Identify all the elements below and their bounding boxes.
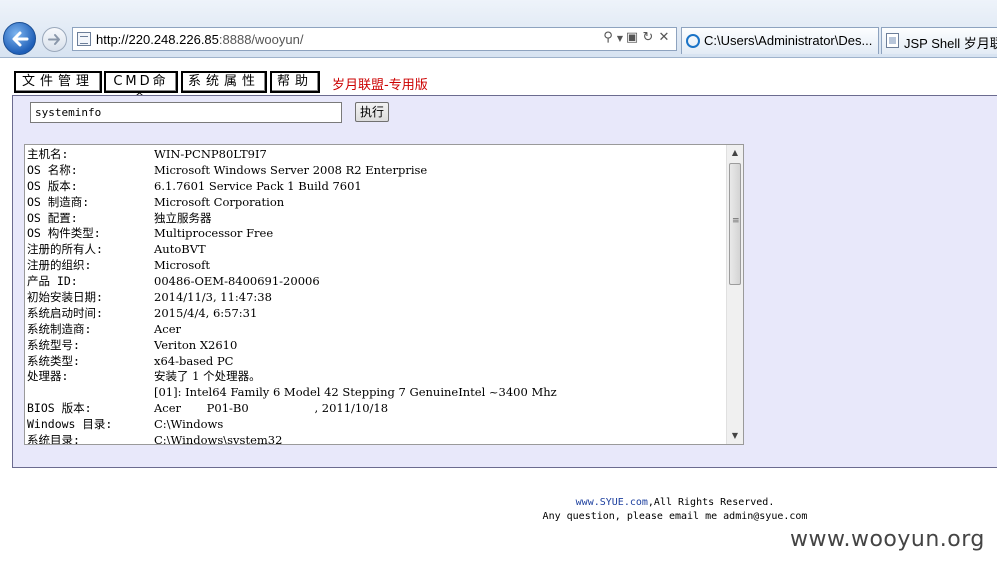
output-value: AutoBVT bbox=[154, 242, 206, 257]
tab-label: JSP Shell 岁月联 bbox=[904, 36, 997, 51]
back-button[interactable] bbox=[3, 22, 36, 55]
output-key: 产品 ID: bbox=[27, 274, 78, 289]
footer: www.SYUE.com,All Rights Reserved. Any qu… bbox=[0, 496, 997, 524]
output-key: 主机名: bbox=[27, 147, 69, 161]
output-key: 处理器: bbox=[27, 369, 69, 384]
output-line: 系统型号: Veriton X2610 bbox=[27, 338, 727, 354]
output-line: OS 制造商: Microsoft Corporation bbox=[27, 195, 727, 211]
output-line: 处理器: 安装了 1 个处理器。 bbox=[27, 369, 727, 385]
output-key: 系统目录: bbox=[27, 433, 80, 445]
output-line: OS 构件类型: Multiprocessor Free bbox=[27, 226, 727, 242]
output-key: 注册的所有人: bbox=[27, 242, 103, 257]
tab-label: C:\Users\Administrator\Des... bbox=[704, 33, 873, 48]
output-value: 2014/11/3, 11:47:38 bbox=[154, 290, 272, 305]
footer-link[interactable]: www.SYUE.com bbox=[576, 497, 648, 508]
footer-rights: ,All Rights Reserved. bbox=[647, 497, 775, 508]
output-line: [01]: Intel64 Family 6 Model 42 Stepping… bbox=[27, 385, 727, 401]
output-key: 系统制造商: bbox=[27, 321, 92, 336]
output-line: 注册的所有人: AutoBVT bbox=[27, 242, 727, 258]
brand-label: 岁月联盟-专用版 bbox=[332, 78, 428, 93]
output-lines: 主机名: WIN-PCNP80LT9I7 OS 名称: Microsoft Windo… bbox=[27, 147, 727, 445]
output-value: Microsoft Corporation bbox=[154, 194, 285, 209]
url-text[interactable]: http://220.248.226.85:8888/wooyun/ bbox=[96, 32, 303, 47]
output-line: OS 配置: 独立服务器 bbox=[27, 211, 727, 227]
browser-toolbar: http://220.248.226.85:8888/wooyun/ ⚲ ▼ ▣ ↻ ✕… bbox=[0, 0, 997, 58]
tab-local-file[interactable]: C:\Users\Administrator\Des... bbox=[681, 27, 879, 54]
back-arrow-icon bbox=[12, 31, 29, 47]
output-value: Microsoft Windows Server 2008 R2 Enterpr… bbox=[154, 162, 428, 177]
address-bar[interactable]: http://220.248.226.85:8888/wooyun/ ⚲ ▼ ▣ ↻ ✕ bbox=[72, 27, 677, 51]
output-line: OS 名称: Microsoft Windows Server 2008 R2 E… bbox=[27, 163, 727, 179]
output-line: OS 版本: 6.1.7601 Service Pack 1 Build 7601 bbox=[27, 179, 727, 195]
output-value: 独立服务器 bbox=[154, 210, 212, 225]
output-value: Microsoft bbox=[154, 258, 211, 273]
output-key: 系统型号: bbox=[27, 337, 80, 352]
address-tools: ⚲ ▼ ▣ ↻ ✕ bbox=[600, 30, 672, 48]
output-value: Veriton X2610 bbox=[154, 337, 238, 352]
output-key: 系统类型: bbox=[27, 353, 80, 368]
output-key: BIOS 版本: bbox=[27, 401, 92, 416]
output-scrollbar[interactable]: ▲ ▼ bbox=[726, 145, 743, 444]
help-button[interactable]: 帮助 bbox=[270, 71, 320, 93]
output-key: Windows 目录: bbox=[27, 417, 113, 432]
output-line: 初始安装日期: 2014/11/3, 11:47:38 bbox=[27, 290, 727, 306]
output-key: OS 制造商: bbox=[27, 194, 90, 209]
output-value: 6.1.7601 Service Pack 1 Build 7601 bbox=[154, 178, 362, 193]
scroll-down-icon[interactable]: ▼ bbox=[727, 428, 743, 444]
output-line: 注册的组织: Microsoft bbox=[27, 258, 727, 274]
forward-button[interactable] bbox=[42, 27, 67, 52]
output-key: 系统启动时间: bbox=[27, 305, 103, 320]
file-manager-button[interactable]: 文件管理 bbox=[14, 71, 102, 93]
output-value: Acer bbox=[154, 321, 182, 336]
output-value: Multiprocessor Free bbox=[154, 226, 274, 241]
output-line: 系统制造商: Acer bbox=[27, 322, 727, 338]
output-key: OS 版本: bbox=[27, 178, 78, 193]
output-value: C:\Windows\system32 bbox=[154, 433, 283, 445]
page-icon bbox=[77, 32, 91, 46]
cmd-button[interactable]: CMD命令 bbox=[104, 71, 178, 107]
compatibility-icon[interactable]: ▣ bbox=[624, 30, 640, 45]
footer-contact: Any question, please email me admin@syue… bbox=[542, 511, 808, 522]
output-line: 系统类型: x64-based PC bbox=[27, 354, 727, 370]
output-value: x64-based PC bbox=[154, 353, 234, 368]
search-icon[interactable]: ⚲ bbox=[600, 30, 616, 45]
ie-icon bbox=[686, 34, 700, 48]
watermark: www.wooyun.org bbox=[790, 527, 985, 552]
forward-arrow-icon bbox=[48, 34, 60, 45]
output-value: 安装了 1 个处理器。 bbox=[154, 369, 261, 384]
execute-button[interactable]: 执行 bbox=[355, 102, 389, 122]
refresh-icon[interactable]: ↻ bbox=[640, 30, 656, 45]
command-output[interactable]: 主机名: WIN-PCNP80LT9I7 OS 名称: Microsoft Windo… bbox=[24, 144, 744, 445]
output-key: OS 名称: bbox=[27, 162, 78, 177]
output-value: C:\Windows bbox=[154, 417, 224, 432]
output-key: OS 配置: bbox=[27, 210, 78, 225]
output-key: 注册的组织: bbox=[27, 258, 92, 273]
system-properties-button[interactable]: 系统属性 bbox=[181, 71, 267, 93]
scroll-thumb[interactable] bbox=[729, 163, 741, 285]
output-line: 系统启动时间: 2015/4/4, 6:57:31 bbox=[27, 306, 727, 322]
command-input[interactable]: systeminfo bbox=[30, 102, 342, 123]
dropdown-icon[interactable]: ▼ bbox=[616, 34, 624, 43]
output-value: WIN-PCNP80LT9I7 bbox=[154, 147, 267, 161]
footer-line-1: www.SYUE.com,All Rights Reserved. bbox=[0, 496, 997, 510]
output-line: Windows 目录: C:\Windows bbox=[27, 417, 727, 433]
output-key: 初始安装日期: bbox=[27, 290, 103, 305]
output-key: OS 构件类型: bbox=[27, 226, 101, 241]
output-line: BIOS 版本: Acer P01-B0 , 2011/10/18 bbox=[27, 401, 727, 417]
stop-icon[interactable]: ✕ bbox=[656, 30, 672, 45]
document-icon bbox=[886, 33, 899, 48]
output-value: 2015/4/4, 6:57:31 bbox=[154, 305, 258, 320]
output-line: 主机名: WIN-PCNP80LT9I7 bbox=[27, 147, 727, 163]
tab-jsp-shell[interactable]: JSP Shell 岁月联 bbox=[881, 27, 997, 54]
output-line: 系统目录: C:\Windows\system32 bbox=[27, 433, 727, 445]
scroll-up-icon[interactable]: ▲ bbox=[727, 145, 743, 161]
output-value: [01]: Intel64 Family 6 Model 42 Stepping… bbox=[154, 385, 557, 400]
output-line: 产品 ID: 00486-OEM-8400691-20006 bbox=[27, 274, 727, 290]
output-value: 00486-OEM-8400691-20006 bbox=[154, 274, 320, 289]
output-value: Acer P01-B0 , 2011/10/18 bbox=[154, 401, 389, 416]
